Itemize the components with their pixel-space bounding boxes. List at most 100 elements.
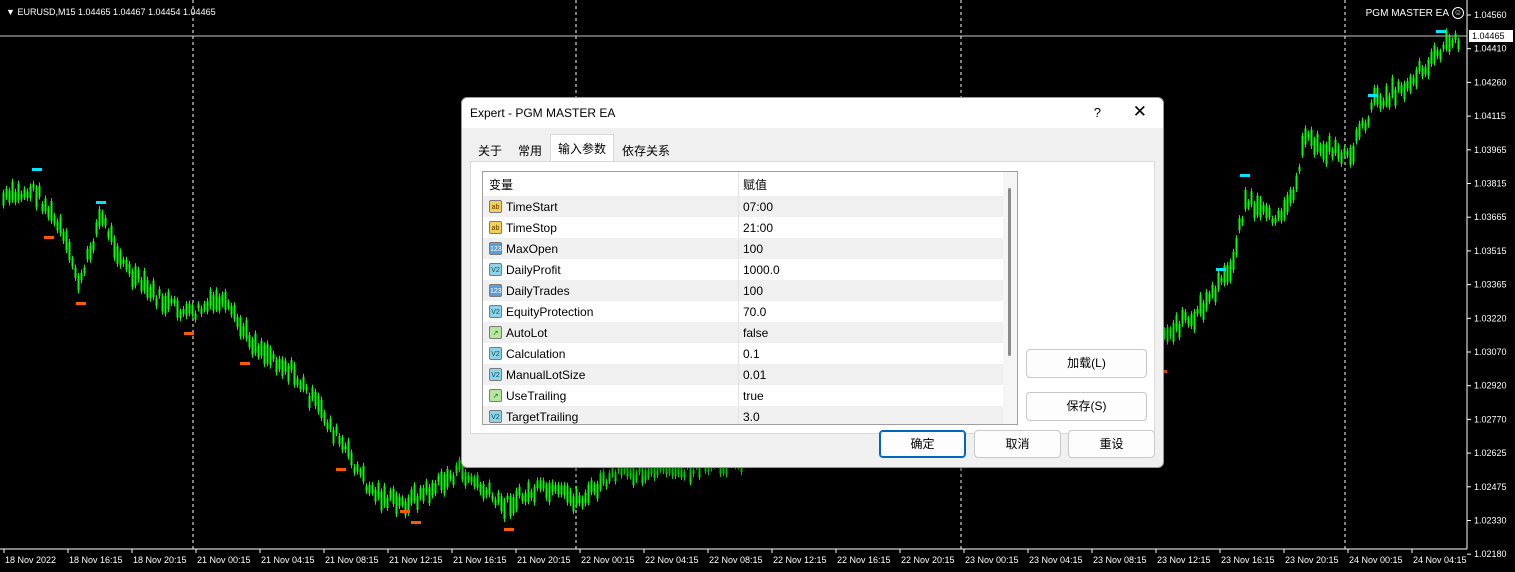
candle-body	[455, 465, 458, 474]
params-table[interactable]: 变量 赋值 ab TimeStart 07:00 ab TimeStop 21:00 123…	[482, 171, 1018, 425]
candle-body	[1289, 189, 1292, 204]
candle-body	[683, 472, 686, 478]
param-value[interactable]: 07:00	[739, 196, 1017, 217]
candle-body	[1322, 143, 1325, 160]
tab-inputs[interactable]: 输入参数	[550, 134, 615, 163]
candle-body	[1400, 85, 1403, 94]
param-row[interactable]: V2 TargetTrailing 3.0	[483, 406, 1017, 424]
double-type-icon: V2	[489, 263, 502, 276]
param-value[interactable]: 100	[739, 238, 1017, 259]
candle-body	[1208, 293, 1211, 302]
param-name: TimeStart	[506, 199, 558, 214]
candle-body	[692, 470, 695, 475]
column-value[interactable]: 赋值	[739, 172, 1017, 196]
high-marker	[32, 168, 42, 171]
candle-body	[521, 495, 524, 501]
candle-body	[1379, 95, 1382, 109]
price-label: 1.02920	[1474, 381, 1507, 391]
candle-body	[161, 296, 164, 312]
candle-body	[143, 270, 146, 291]
candle-body	[1235, 238, 1238, 255]
param-row[interactable]: ↗ AutoLot false	[483, 322, 1017, 343]
candle-body	[218, 296, 221, 311]
param-value[interactable]: 70.0	[739, 301, 1017, 322]
candle-body	[299, 382, 302, 390]
candle-body	[590, 480, 593, 493]
param-value[interactable]: 100	[739, 280, 1017, 301]
tab-common[interactable]: 常用	[510, 136, 550, 163]
double-type-icon: V2	[489, 305, 502, 318]
candle-body	[80, 272, 83, 281]
ok-button[interactable]: 确定	[879, 430, 966, 458]
candle-body	[338, 436, 341, 445]
candle-body	[503, 500, 506, 519]
time-label: 18 Nov 20:15	[133, 555, 187, 565]
candle-body	[578, 495, 581, 504]
candle-body	[518, 486, 521, 496]
current-price-label: 1.04465	[1472, 31, 1505, 41]
price-label: 1.02625	[1474, 448, 1507, 458]
price-label: 1.02180	[1474, 549, 1507, 559]
candle-body	[17, 183, 20, 201]
param-value[interactable]: 21:00	[739, 217, 1017, 238]
candle-body	[1247, 202, 1250, 208]
param-row[interactable]: 123 MaxOpen 100	[483, 238, 1017, 259]
param-value[interactable]: true	[739, 385, 1017, 406]
candle-body	[257, 346, 260, 357]
double-type-icon: V2	[489, 368, 502, 381]
candle-body	[182, 308, 185, 314]
price-label: 1.04260	[1474, 77, 1507, 87]
candle-body	[452, 475, 455, 485]
candle-body	[440, 471, 443, 491]
vertical-scrollbar[interactable]	[1003, 172, 1017, 424]
candle-body	[584, 492, 587, 504]
reset-button[interactable]: 重设	[1068, 430, 1155, 458]
candle-body	[1370, 102, 1373, 110]
param-row[interactable]: ↗ UseTrailing true	[483, 385, 1017, 406]
save-button[interactable]: 保存(S)	[1026, 392, 1147, 421]
low-marker	[411, 521, 421, 524]
param-row[interactable]: V2 DailyProfit 1000.0	[483, 259, 1017, 280]
candle-body	[563, 485, 566, 496]
candle-body	[1328, 135, 1331, 152]
candle-body	[605, 481, 608, 487]
candle-body	[263, 345, 266, 364]
close-button[interactable]: ✕	[1133, 102, 1147, 122]
candle-body	[296, 378, 299, 385]
time-label: 22 Nov 16:15	[837, 555, 891, 565]
param-row[interactable]: V2 Calculation 0.1	[483, 343, 1017, 364]
param-value[interactable]: 3.0	[739, 406, 1017, 424]
param-value[interactable]: 1000.0	[739, 259, 1017, 280]
inputs-panel: 变量 赋值 ab TimeStart 07:00 ab TimeStop 21:00 123…	[470, 161, 1155, 434]
time-label: 22 Nov 12:15	[773, 555, 827, 565]
column-variable[interactable]: 变量	[483, 172, 739, 196]
candle-body	[1421, 67, 1424, 77]
tab-about[interactable]: 关于	[470, 136, 510, 163]
param-value[interactable]: 0.01	[739, 364, 1017, 385]
param-row[interactable]: ab TimeStart 07:00	[483, 196, 1017, 217]
load-button[interactable]: 加载(L)	[1026, 349, 1147, 378]
param-value[interactable]: false	[739, 322, 1017, 343]
candle-body	[308, 395, 311, 408]
param-row[interactable]: 123 DailyTrades 100	[483, 280, 1017, 301]
param-row[interactable]: V2 EquityProtection 70.0	[483, 301, 1017, 322]
candle-body	[200, 308, 203, 314]
dropdown-arrow-icon[interactable]: ▼	[6, 7, 15, 17]
tab-dependencies[interactable]: 依存关系	[614, 136, 678, 163]
param-value[interactable]: 0.1	[739, 343, 1017, 364]
param-row[interactable]: ab TimeStop 21:00	[483, 217, 1017, 238]
candle-body	[197, 304, 200, 309]
param-row[interactable]: V2 ManualLotSize 0.01	[483, 364, 1017, 385]
candle-body	[494, 499, 497, 506]
candle-body	[77, 275, 80, 291]
candle-body	[581, 498, 584, 507]
scrollbar-thumb[interactable]	[1008, 188, 1011, 356]
candle-body	[1412, 77, 1415, 84]
help-button[interactable]: ?	[1094, 105, 1101, 120]
dialog-titlebar[interactable]: Expert - PGM MASTER EA ? ✕	[462, 98, 1163, 128]
cancel-button[interactable]: 取消	[974, 430, 1061, 458]
low-marker	[504, 528, 514, 531]
candle-body	[320, 399, 323, 419]
candle-body	[137, 269, 140, 280]
candle-body	[1403, 83, 1406, 100]
